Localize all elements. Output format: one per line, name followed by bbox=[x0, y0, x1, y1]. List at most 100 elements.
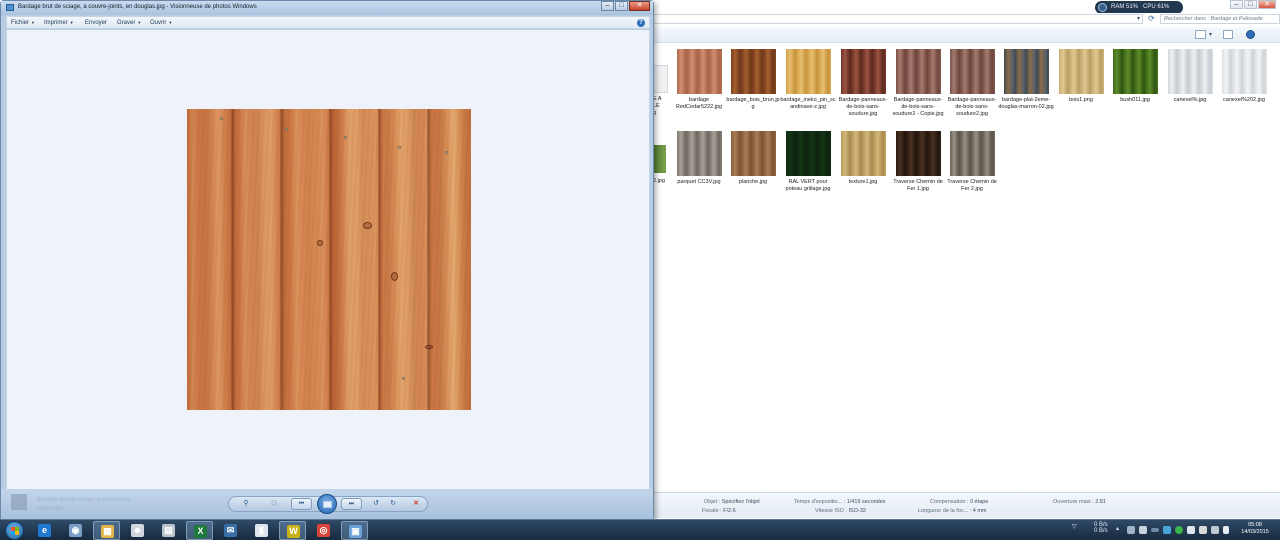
slideshow-button[interactable] bbox=[317, 494, 337, 514]
detail-compensation: Compensation : 0 étape bbox=[930, 499, 989, 505]
tray-app-icon[interactable] bbox=[1139, 526, 1147, 534]
rotate-right-icon[interactable]: ↻ bbox=[385, 499, 401, 509]
viewer-close-button[interactable]: ✕ bbox=[629, 1, 650, 11]
tray-app-icon[interactable] bbox=[1163, 526, 1171, 534]
chrome-icon: ◎ bbox=[317, 524, 330, 537]
refresh-icon[interactable]: ⟳ bbox=[1146, 14, 1157, 24]
file-thumbnail[interactable]: bush011.jpg bbox=[1107, 49, 1163, 104]
detail-ouverture: Ouverture maxi : 2.81 bbox=[1053, 499, 1106, 505]
taskbar: e ◉ ▦ ☻ ▤ X ✉ ▮ W ◎ ▣ ▽ 0 B/s 0 B/s ▴ 05:08 14/03/… bbox=[0, 519, 1280, 540]
tray-app-icon[interactable] bbox=[1127, 526, 1135, 534]
file-thumbnail[interactable]: bardage-plat-2eme-douglas-marron-02.jpg bbox=[998, 49, 1054, 111]
file-thumbnail[interactable]: Traverse Chemin de Fer 1.jpg bbox=[890, 131, 946, 193]
menu-envoyer[interactable]: Envoyer bbox=[85, 20, 107, 26]
viewer-minimize-button[interactable]: – bbox=[601, 1, 614, 11]
menu-ouvrir[interactable]: Ouvrir ▼ bbox=[150, 20, 172, 26]
view-mode-icon[interactable] bbox=[1195, 30, 1206, 39]
file-thumbnail[interactable]: bardage_ineko_pin_scandinave-z.jpg bbox=[780, 49, 836, 111]
rotate-left-icon[interactable]: ↺ bbox=[368, 499, 384, 509]
viewer-maximize-button[interactable]: □ bbox=[615, 1, 628, 11]
taskbar-app-photo-viewer[interactable]: ▣ bbox=[341, 521, 368, 540]
volume-icon[interactable] bbox=[1211, 526, 1219, 534]
speaker-icon[interactable] bbox=[1223, 526, 1229, 534]
thumbnail-image bbox=[1058, 49, 1104, 94]
tray-expand-icon[interactable]: ▴ bbox=[1116, 525, 1119, 532]
clock[interactable]: 05:08 14/03/2015 bbox=[1234, 522, 1276, 536]
taskbar-app-explorer[interactable]: ▦ bbox=[93, 521, 120, 540]
chevron-down-icon: ▼ bbox=[69, 20, 74, 25]
explorer-minimize-button[interactable]: – bbox=[1230, 0, 1243, 9]
file-name-label: RAL VERT pour poteau grillage.jpg bbox=[785, 179, 831, 192]
thumbnail-image bbox=[1167, 49, 1213, 94]
file-thumbnail[interactable]: bardage_bois_brun.jpg bbox=[725, 49, 781, 111]
viewer-image-area bbox=[6, 30, 650, 489]
file-thumbnail[interactable]: canexel%.jpg bbox=[1162, 49, 1218, 104]
file-thumbnail-partial[interactable] bbox=[652, 145, 666, 173]
address-bar[interactable] bbox=[650, 14, 1143, 24]
menu-graver[interactable]: Graver ▼ bbox=[117, 20, 141, 26]
file-thumbnail[interactable]: Bardage-panneaux-de-bois-sans-soudure2.j… bbox=[944, 49, 1000, 118]
file-thumbnail[interactable]: texture1.jpg bbox=[835, 131, 891, 186]
explorer-icon: ▦ bbox=[101, 525, 114, 538]
viewer-titlebar: Bardage brut de sciage, à couvre-joints,… bbox=[1, 1, 653, 15]
menu-fichier[interactable]: Fichier ▼ bbox=[11, 20, 35, 26]
preview-pane-icon[interactable] bbox=[1223, 30, 1233, 39]
explorer-close-button[interactable]: ✕ bbox=[1258, 0, 1276, 9]
file-thumbnail[interactable]: RAL VERT pour poteau grillage.jpg bbox=[780, 131, 836, 193]
file-thumbnail[interactable]: parquet CC3V.jpg bbox=[671, 131, 727, 186]
file-thumbnail[interactable]: Bardage-panneaux-de-bois-sans-soudure.jp… bbox=[835, 49, 891, 118]
excel-icon: X bbox=[194, 525, 207, 538]
taskbar-app-excel[interactable]: X bbox=[186, 521, 213, 540]
explorer-titlebar bbox=[650, 0, 1280, 12]
explorer-maximize-button[interactable]: □ bbox=[1244, 0, 1257, 9]
actual-size-icon[interactable]: ⊡ bbox=[266, 499, 282, 509]
firefox-icon: ◉ bbox=[69, 524, 82, 537]
file-thumbnail[interactable]: Traverse Chemin de Fer 2.jpg bbox=[944, 131, 1000, 193]
taskbar-app-thunderbird[interactable]: ✉ bbox=[217, 521, 244, 540]
detail-focale: Focale : F/2.6 bbox=[702, 508, 736, 514]
chevron-down-icon: ▼ bbox=[168, 20, 173, 25]
file-thumbnail-partial[interactable] bbox=[652, 65, 668, 93]
help-icon[interactable]: ? bbox=[637, 19, 645, 27]
taskbar-app-ie[interactable]: e bbox=[31, 521, 58, 540]
file-name-label: E ALE g bbox=[653, 96, 662, 116]
taskbar-app-calculator[interactable]: ▤ bbox=[155, 521, 182, 540]
search-input[interactable]: Rechercher dans : Bardage et Palissade bbox=[1160, 14, 1280, 24]
delete-icon[interactable]: ✕ bbox=[408, 499, 424, 509]
view-dropdown-icon[interactable]: ▾ bbox=[1209, 31, 1212, 38]
address-dropdown-icon[interactable]: ▾ bbox=[1134, 14, 1143, 24]
menu-imprimer[interactable]: Imprimer ▼ bbox=[44, 20, 74, 26]
file-thumbnail[interactable]: Bardage-panneaux-de-bois-sans-soudure2 -… bbox=[890, 49, 946, 118]
next-button[interactable]: ⏭ bbox=[341, 498, 362, 510]
file-thumbnail[interactable]: bois1.png bbox=[1053, 49, 1109, 104]
taskbar-app-w-app[interactable]: W bbox=[279, 521, 306, 540]
tray-app-icon[interactable] bbox=[1151, 528, 1159, 532]
previous-button[interactable]: ⏮ bbox=[291, 498, 312, 510]
help-icon[interactable] bbox=[1246, 30, 1255, 39]
start-button[interactable] bbox=[5, 521, 24, 540]
file-name-label: Traverse Chemin de Fer 1.jpg bbox=[893, 179, 943, 192]
zoom-icon[interactable]: ⚲ bbox=[238, 499, 254, 509]
file-name-label: canexel%.jpg bbox=[1173, 97, 1207, 103]
viewer-status-filename: Bardage brut de sciage, à couvre-joint..… bbox=[37, 497, 135, 503]
ram-usage: RAM 51% bbox=[1111, 4, 1139, 10]
tray-app-icon[interactable] bbox=[1199, 526, 1207, 534]
file-name-label: 2.jpg bbox=[653, 178, 665, 184]
photo-viewer-window: Bardage brut de sciage, à couvre-joints,… bbox=[0, 0, 654, 520]
file-name-label: bardage RedCedar5222.jpg bbox=[675, 97, 723, 110]
tray-app-icon[interactable] bbox=[1187, 526, 1195, 534]
thumbnail-image bbox=[1003, 49, 1049, 94]
taskbar-app-firefox[interactable]: ◉ bbox=[62, 521, 89, 540]
file-thumbnail[interactable]: canexel%202.jpg bbox=[1216, 49, 1272, 104]
taskbar-app-notes[interactable]: ▮ bbox=[248, 521, 275, 540]
file-name-label: bois1.png bbox=[1069, 97, 1093, 103]
taskbar-app-messenger[interactable]: ☻ bbox=[124, 521, 151, 540]
file-thumbnail[interactable]: bardage RedCedar5222.jpg bbox=[671, 49, 727, 111]
viewer-title: Bardage brut de sciage, à couvre-joints,… bbox=[18, 4, 257, 10]
file-name-label: bardage_bois_brun.jpg bbox=[726, 97, 780, 110]
gauge-icon bbox=[1098, 3, 1107, 12]
taskbar-app-chrome[interactable]: ◎ bbox=[310, 521, 337, 540]
file-thumbnail[interactable]: planche.jpg bbox=[725, 131, 781, 186]
tray-app-icon[interactable] bbox=[1175, 526, 1183, 534]
tray-network-icon[interactable]: ▽ bbox=[1072, 523, 1077, 530]
